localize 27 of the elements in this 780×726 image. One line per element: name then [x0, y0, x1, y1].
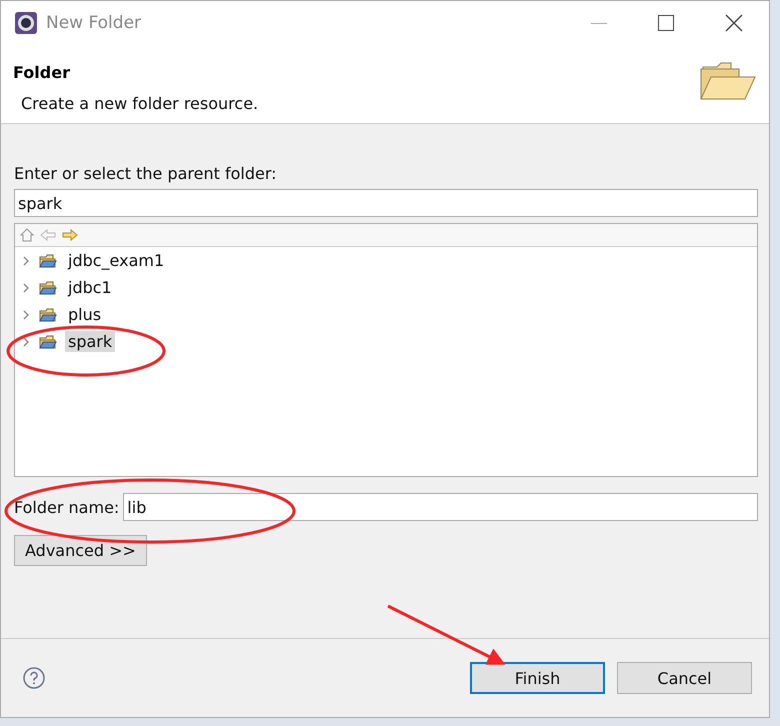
tree-item[interactable]: plus [65, 304, 104, 325]
minimize-button[interactable] [591, 22, 607, 24]
folder-icon [39, 280, 57, 296]
folder-icon [39, 334, 57, 350]
maximize-button[interactable] [657, 14, 675, 32]
page-title: Folder [13, 63, 71, 82]
close-icon[interactable] [725, 14, 743, 32]
forward-arrow-icon[interactable] [62, 228, 78, 242]
tree-item[interactable]: jdbc1 [65, 277, 115, 298]
folder-icon [699, 61, 757, 101]
window-title: New Folder [46, 13, 142, 33]
help-icon[interactable] [23, 667, 45, 689]
gear-icon [14, 11, 38, 35]
folder-icon [39, 252, 57, 268]
home-icon[interactable] [20, 228, 34, 242]
tree-item[interactable]: jdbc_exam1 [65, 250, 168, 271]
folder-name-field[interactable]: lib [123, 493, 758, 521]
field-label: Folder name: [14, 498, 120, 516]
field-label: Enter or select the parent folder: [14, 164, 278, 183]
tree-item[interactable]: spark [65, 331, 116, 352]
parent-folder-field[interactable]: spark [14, 189, 758, 217]
dialog-button[interactable]: Finish [470, 662, 605, 694]
dialog-button[interactable]: Cancel [617, 662, 752, 694]
page-description: Create a new folder resource. [20, 94, 258, 113]
folder-icon [39, 306, 57, 322]
back-arrow-icon[interactable] [40, 228, 56, 242]
advanced-button[interactable]: Advanced >> [14, 535, 147, 566]
